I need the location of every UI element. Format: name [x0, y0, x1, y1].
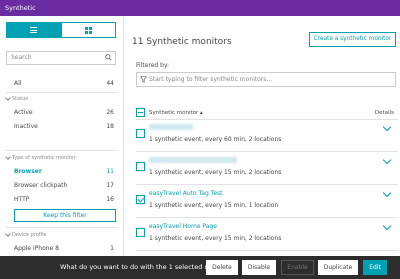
facet-count: 16 — [106, 196, 114, 203]
row-checkbox[interactable] — [136, 129, 145, 138]
facet-count: 18 — [106, 123, 114, 130]
facet-label: Browser — [14, 168, 42, 175]
section-label: Device profile — [12, 232, 47, 238]
chevron-down-icon — [5, 95, 11, 101]
chevron-down-icon — [5, 154, 11, 160]
monitor-name-link[interactable] — [149, 157, 237, 163]
table-row[interactable]: easyTravel Home Page 1 synthetic event, … — [136, 219, 398, 251]
facet-count: 17 — [106, 182, 114, 189]
app-title: Synthetic — [5, 4, 36, 12]
bulk-action-bar: What do you want to do with the 1 select… — [0, 256, 400, 279]
monitor-description: 1 synthetic event, every 60 min, 2 locat… — [149, 136, 282, 143]
monitor-description: 1 synthetic event, every 15 min, 2 locat… — [149, 169, 282, 176]
section-device-profile[interactable]: Device profile — [5, 231, 47, 238]
search-placeholder: Search — [11, 54, 32, 61]
facet-inactive[interactable]: Inactive 18 — [14, 123, 114, 130]
disable-button[interactable]: Disable — [242, 260, 276, 275]
chevron-down-icon[interactable] — [382, 188, 392, 198]
app-title-bar: Synthetic — [0, 0, 400, 16]
facet-label: HTTP — [14, 196, 30, 203]
filter-input[interactable]: Start typing to filter synthetic monitor… — [136, 72, 396, 87]
filter-label: Filtered by: — [136, 62, 170, 69]
section-label: Type of synthetic monitor — [12, 155, 76, 161]
sidebar-search-input[interactable]: Search — [6, 51, 116, 65]
monitor-name-link[interactable]: easyTravel Home Page — [149, 223, 217, 230]
select-all-checkbox[interactable] — [136, 108, 145, 117]
grid-icon — [85, 26, 92, 34]
row-checkbox[interactable] — [136, 228, 145, 237]
table-header: Synthetic monitor ▴ Details — [136, 106, 398, 120]
duplicate-button[interactable]: Duplicate — [318, 260, 358, 275]
facet-label: All — [14, 80, 22, 87]
row-checkbox[interactable] — [136, 162, 145, 171]
section-type[interactable]: Type of synthetic monitor — [5, 154, 76, 161]
facet-browser[interactable]: Browser 11 — [14, 168, 114, 175]
section-status[interactable]: Status — [5, 95, 28, 102]
filter-icon — [140, 76, 147, 83]
chevron-down-icon[interactable] — [382, 221, 392, 231]
filter-sidebar: Search All 44 Status Active 26 Inactive … — [0, 16, 124, 256]
table-row[interactable]: 1 synthetic event, every 60 min, 2 locat… — [136, 120, 398, 152]
divider — [6, 92, 118, 93]
chevron-down-icon[interactable] — [382, 155, 392, 165]
enable-button[interactable]: Enable — [281, 260, 314, 275]
table-row[interactable]: 1 synthetic event, every 15 min, 2 locat… — [136, 153, 398, 185]
column-header-monitor[interactable]: Synthetic monitor ▴ — [149, 110, 203, 116]
chevron-down-icon[interactable] — [382, 122, 392, 132]
chevron-down-icon — [5, 231, 11, 237]
list-icon — [30, 27, 37, 33]
create-monitor-button[interactable]: Create a synthetic monitor — [309, 32, 396, 47]
keep-filter-button[interactable]: Keep this filter — [14, 209, 116, 222]
facet-active[interactable]: Active 26 — [14, 109, 114, 116]
list-view-button[interactable] — [6, 22, 61, 38]
monitor-name-link[interactable] — [149, 124, 193, 130]
monitor-description: 1 synthetic event, every 15 min, 2 locat… — [149, 235, 282, 242]
facet-count: 44 — [106, 80, 114, 87]
row-checkbox[interactable] — [136, 195, 145, 204]
facet-label: Apple iPhone 8 — [14, 245, 59, 252]
section-label: Status — [12, 96, 28, 102]
grid-view-button[interactable] — [61, 22, 116, 38]
search-icon — [105, 54, 112, 61]
facet-label: Active — [14, 109, 33, 116]
facet-apple-iphone-8[interactable]: Apple iPhone 8 1 — [14, 245, 114, 252]
divider — [6, 150, 118, 151]
filter-placeholder: Start typing to filter synthetic monitor… — [149, 76, 273, 83]
page-title: 11 Synthetic monitors — [132, 37, 232, 47]
facet-browser-clickpath[interactable]: Browser clickpath 17 — [14, 182, 114, 189]
facet-all[interactable]: All 44 — [14, 80, 114, 87]
monitor-description: 1 synthetic event, every 15 min, 1 locat… — [149, 202, 279, 209]
facet-http[interactable]: HTTP 16 — [14, 196, 114, 203]
view-toggle — [6, 22, 116, 38]
divider — [6, 227, 118, 228]
facet-count: 1 — [110, 245, 114, 252]
column-header-details: Details — [374, 110, 394, 116]
facet-count: 26 — [106, 109, 114, 116]
main-content: 11 Synthetic monitors Create a synthetic… — [124, 16, 400, 256]
monitor-name-link[interactable]: easyTravel Auto Tag Test — [149, 190, 223, 197]
facet-count: 11 — [106, 168, 114, 175]
table-row[interactable]: easyTravel Auto Tag Test 1 synthetic eve… — [136, 186, 398, 218]
delete-button[interactable]: Delete — [206, 260, 238, 275]
edit-button[interactable]: Edit — [363, 260, 387, 275]
facet-label: Browser clickpath — [14, 182, 68, 189]
facet-label: Inactive — [14, 123, 38, 130]
